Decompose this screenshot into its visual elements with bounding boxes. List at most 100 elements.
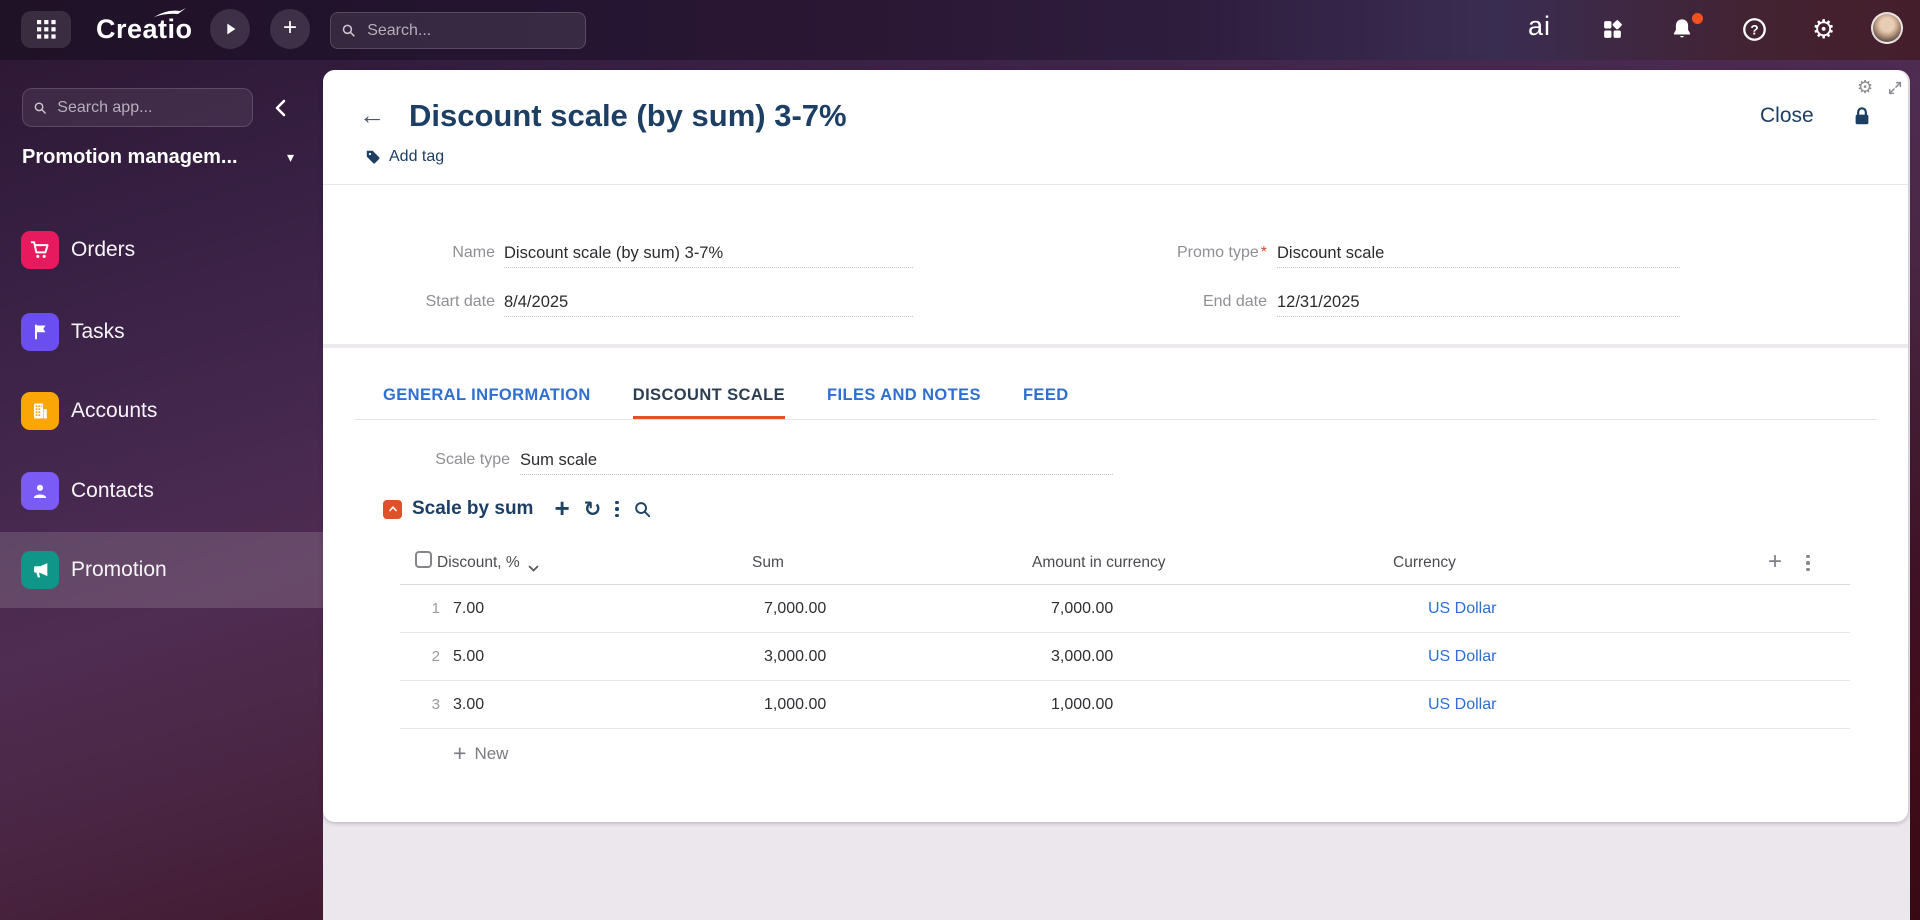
start-date-field-label: Start date (425, 293, 495, 310)
workspaces-button[interactable] (1601, 18, 1624, 46)
name-field-underline (504, 238, 913, 268)
refresh-button[interactable]: ↻ (584, 499, 602, 520)
workspace-name: Promotion managem... (22, 146, 238, 168)
scale-type-underline (520, 445, 1113, 475)
sidebar-item-label: Tasks (71, 320, 125, 343)
cart-icon (21, 231, 59, 269)
currency-link[interactable]: US Dollar (1428, 633, 1496, 681)
collapse-sidebar-button[interactable] (268, 95, 294, 121)
discount-cell: 5.00 (453, 648, 485, 665)
app-search[interactable] (22, 88, 253, 127)
chevron-left-icon (275, 99, 286, 117)
scale-detail-header: Scale by sum + ↻ (383, 495, 659, 523)
sidebar-item-label: Contacts (71, 479, 154, 502)
logo-text: Creatio (96, 14, 193, 44)
sidebar-item-label: Orders (71, 238, 136, 261)
column-header-currency[interactable]: Currency (1393, 548, 1456, 578)
column-header-sum[interactable]: Sum (752, 548, 784, 578)
quick-add-button[interactable]: + (270, 9, 310, 49)
row-number: 3 (431, 696, 440, 713)
sidebar-item-tasks[interactable]: Tasks (0, 294, 323, 370)
copilot-button[interactable]: ai (1528, 11, 1551, 42)
sidebar-item-orders[interactable]: Orders (0, 212, 323, 288)
tab-files-and-notes[interactable]: FILES AND NOTES (827, 374, 981, 419)
sort-chevron-icon[interactable] (528, 560, 539, 578)
topbar: Creatio + ai (0, 0, 1920, 60)
grid-settings-button[interactable] (1806, 553, 1810, 573)
lock-icon (1855, 107, 1869, 125)
new-row-button[interactable]: + New (453, 742, 508, 765)
tab-general-information[interactable]: GENERAL INFORMATION (383, 374, 591, 419)
back-button[interactable]: ← (359, 102, 385, 128)
search-icon (34, 102, 46, 114)
table-row[interactable]: 1 7.00 7,000.00 7,000.00 US Dollar (400, 585, 1850, 633)
creatio-app: Creatio + ai (0, 0, 1920, 920)
page-settings-button[interactable]: ⚙ (1857, 78, 1873, 96)
detail-menu-button[interactable] (615, 499, 619, 519)
close-button[interactable]: Close (1760, 104, 1814, 128)
table-header: Discount, % Sum Amount in currency Curre… (400, 545, 1850, 585)
global-search-input[interactable] (365, 20, 575, 41)
table-row[interactable]: 3 3.00 1,000.00 1,000.00 US Dollar (400, 681, 1850, 729)
notification-dot (1692, 13, 1703, 24)
lock-button[interactable] (1851, 104, 1873, 133)
copilot-ai-icon: ai (1528, 11, 1552, 41)
notifications-button[interactable] (1670, 17, 1694, 46)
column-header-amount[interactable]: Amount in currency (1032, 548, 1166, 578)
building-icon (21, 392, 59, 430)
tag-icon (366, 150, 380, 164)
tab-feed[interactable]: FEED (1023, 374, 1069, 419)
workspace-selector[interactable]: Promotion managem... ▾ (22, 146, 294, 169)
column-header-discount[interactable]: Discount, % (437, 548, 520, 578)
global-search[interactable] (330, 12, 586, 49)
plus-icon: + (282, 14, 297, 41)
megaphone-icon (21, 551, 59, 589)
app-launcher-button[interactable] (21, 11, 71, 48)
user-avatar[interactable] (1871, 12, 1903, 44)
plus-icon: + (1768, 548, 1783, 575)
expand-page-button[interactable] (1887, 80, 1903, 96)
add-row-button[interactable]: + (554, 492, 570, 523)
add-tag-button[interactable]: Add tag (365, 148, 444, 166)
end-date-field-label: End date (1202, 293, 1267, 310)
row-number: 1 (431, 600, 440, 617)
required-asterisk: * (1260, 244, 1267, 261)
creatio-logo[interactable]: Creatio (96, 8, 193, 45)
plus-icon: + (453, 740, 467, 766)
tab-discount-scale[interactable]: DISCOUNT SCALE (632, 374, 786, 419)
gear-icon: ⚙ (1857, 77, 1874, 97)
start-date-field-underline (504, 287, 913, 317)
amount-cell: 1,000.00 (1051, 696, 1114, 713)
workspaces-icon (1604, 20, 1622, 38)
detail-search-button[interactable] (633, 500, 652, 519)
page-title: Discount scale (by sum) 3-7% (409, 98, 847, 133)
select-all-checkbox[interactable] (415, 551, 432, 568)
system-settings-button[interactable]: ⚙ (1812, 16, 1835, 43)
sidebar-item-accounts[interactable]: Accounts (0, 373, 323, 449)
plus-icon: + (554, 492, 570, 523)
help-button[interactable]: ? (1742, 17, 1767, 47)
chevron-down-icon: ▾ (286, 149, 294, 165)
sidebar-item-label: Accounts (71, 399, 158, 422)
amount-cell: 3,000.00 (1051, 648, 1114, 665)
grid-icon (36, 20, 56, 39)
tab-bar: GENERAL INFORMATION DISCOUNT SCALE FILES… (355, 348, 1876, 420)
app-search-input[interactable] (55, 97, 242, 118)
sidebar-item-promotion[interactable]: Promotion (0, 532, 323, 608)
sidebar-item-label: Promotion (71, 558, 167, 581)
amount-cell: 7,000.00 (1051, 600, 1114, 617)
table-row[interactable]: 2 5.00 3,000.00 3,000.00 US Dollar (400, 633, 1850, 681)
add-column-row-button[interactable]: + (1768, 550, 1782, 574)
logo-swoosh-icon (153, 8, 186, 17)
currency-link[interactable]: US Dollar (1428, 681, 1496, 729)
name-field-label: Name (452, 244, 495, 261)
process-play-button[interactable] (210, 9, 250, 49)
sum-cell: 3,000.00 (764, 648, 827, 665)
help-icon: ? (1743, 18, 1766, 41)
discount-cell: 3.00 (453, 696, 485, 713)
currency-link[interactable]: US Dollar (1428, 585, 1496, 633)
collapse-detail-button[interactable] (383, 499, 402, 519)
scale-type-label: Scale type (435, 451, 510, 468)
sidebar-item-contacts[interactable]: Contacts (0, 453, 323, 529)
back-arrow-icon: ← (359, 100, 385, 130)
